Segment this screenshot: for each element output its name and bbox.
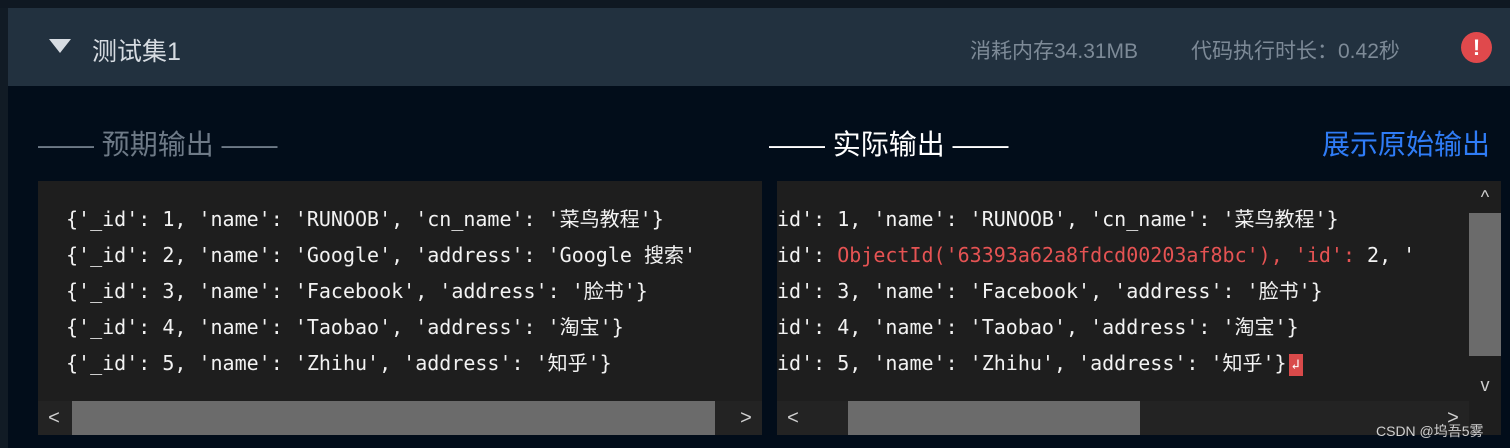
expected-output-label: —— 预期输出 —— <box>38 129 278 160</box>
newline-marker-icon: ↲ <box>1288 353 1303 376</box>
execution-time: 代码执行时长：0.42秒 <box>1191 40 1400 63</box>
expected-output-panel[interactable]: {'_id': 1, 'name': 'RUNOOB', 'cn_name': … <box>38 181 762 435</box>
show-raw-output-link[interactable]: 展示原始输出 <box>1322 123 1490 163</box>
scroll-down-arrow-icon[interactable]: v <box>1469 369 1501 401</box>
code-line-last: id': 5, 'name': 'Zhihu', 'address': '知乎'… <box>777 350 1303 376</box>
horizontal-scrollbar[interactable]: < > <box>777 401 1469 435</box>
vertical-scrollbar-thumb[interactable] <box>1469 213 1501 356</box>
vertical-scrollbar[interactable]: ^ v <box>1469 181 1501 435</box>
scroll-left-arrow-icon[interactable]: < <box>777 401 809 435</box>
left-border <box>0 8 8 448</box>
code-line: id': 4, 'name': 'Taobao', 'address': '淘宝… <box>777 315 1299 339</box>
actual-output-label: —— 实际输出 —— <box>769 129 1009 160</box>
top-border <box>0 0 1510 8</box>
watermark: CSDN @坞吾5雾 <box>1376 423 1484 439</box>
diff-highlight: ObjectId('63393a62a8fdcd00203af8bc'), 'i… <box>837 243 1355 267</box>
code-line: {'_id': 1, 'name': 'RUNOOB', 'cn_name': … <box>66 207 664 231</box>
diff-line-prefix: id': <box>777 243 838 267</box>
code-line: id': 3, 'name': 'Facebook', 'address': '… <box>777 279 1323 303</box>
scroll-right-arrow-icon[interactable]: > <box>730 401 762 435</box>
horizontal-scrollbar[interactable]: < > <box>38 401 762 435</box>
collapse-triangle-icon[interactable] <box>49 39 71 53</box>
code-line: id': 1, 'name': 'RUNOOB', 'cn_name': '菜鸟… <box>777 207 1339 231</box>
code-line: {'_id': 5, 'name': 'Zhihu', 'address': '… <box>66 351 612 375</box>
scroll-up-arrow-icon[interactable]: ^ <box>1469 181 1501 213</box>
code-line: {'_id': 2, 'name': 'Google', 'address': … <box>66 243 697 267</box>
last-line-text: id': 5, 'name': 'Zhihu', 'address': '知乎'… <box>777 351 1287 375</box>
memory-usage: 消耗内存34.31MB <box>970 40 1139 63</box>
error-alert-icon: ! <box>1461 32 1492 63</box>
scroll-left-arrow-icon[interactable]: < <box>38 401 70 435</box>
code-line: {'_id': 3, 'name': 'Facebook', 'address'… <box>66 279 648 303</box>
diff-line-suffix: 2, ' <box>1354 243 1416 267</box>
code-line-diff: id': ObjectId('63393a62a8fdcd00203af8bc'… <box>777 242 1415 268</box>
scrollbar-thumb[interactable] <box>848 401 1140 435</box>
actual-output-panel[interactable]: id': 1, 'name': 'RUNOOB', 'cn_name': '菜鸟… <box>777 181 1469 435</box>
code-line: {'_id': 4, 'name': 'Taobao', 'address': … <box>66 315 624 339</box>
test-suite-title: 测试集1 <box>92 38 181 66</box>
scrollbar-thumb[interactable] <box>72 401 715 435</box>
